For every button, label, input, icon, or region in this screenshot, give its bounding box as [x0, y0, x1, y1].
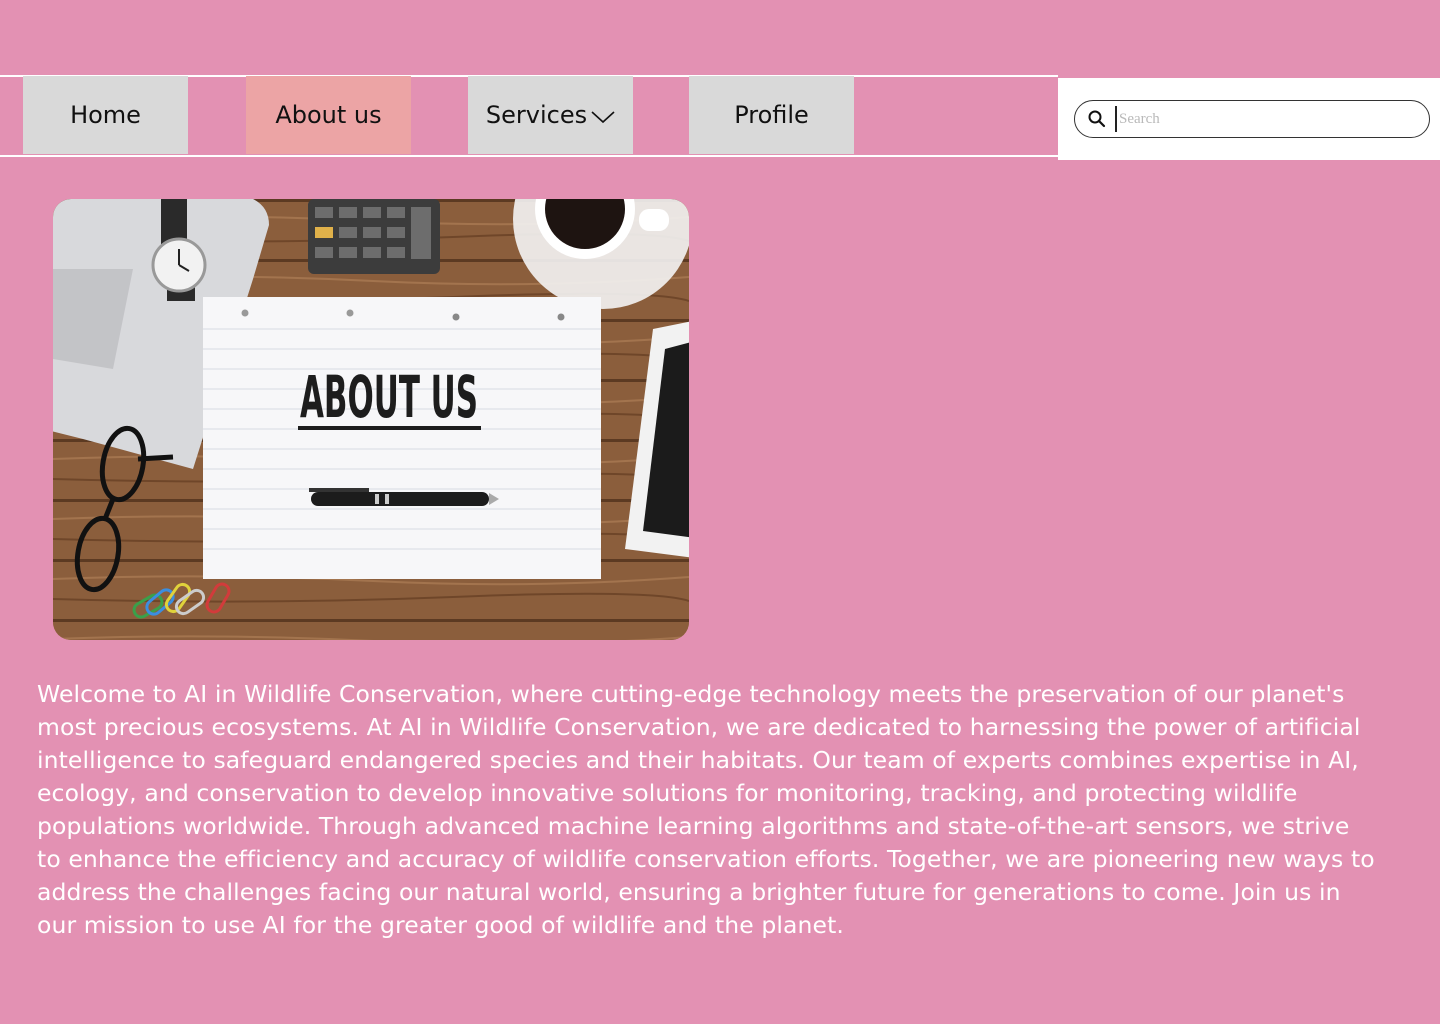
hero-title-text: ABOUT US [300, 363, 478, 431]
search-box[interactable] [1074, 100, 1430, 138]
nav-home-label: Home [70, 101, 141, 129]
nav-services[interactable]: Services [468, 76, 633, 154]
search-input[interactable] [1115, 106, 1421, 132]
nav-services-label: Services [485, 101, 588, 129]
nav-about-us-label: About us [275, 101, 382, 129]
notepad-shape: ABOUT US [203, 297, 601, 579]
search-panel [1058, 78, 1440, 160]
nav-profile[interactable]: Profile [689, 76, 854, 154]
nav-about-us[interactable]: About us [246, 76, 411, 154]
desk-illustration: ABOUT US [53, 199, 689, 640]
chevron-down-icon [591, 111, 615, 124]
search-icon [1088, 110, 1106, 128]
nav-profile-label: Profile [734, 101, 809, 129]
nav-home[interactable]: Home [23, 76, 188, 154]
calculator-shape [308, 199, 440, 274]
hero-image: ABOUT US [53, 199, 689, 640]
about-description: Welcome to AI in Wildlife Conservation, … [37, 680, 1375, 939]
nav-bottom-line [0, 155, 1058, 157]
